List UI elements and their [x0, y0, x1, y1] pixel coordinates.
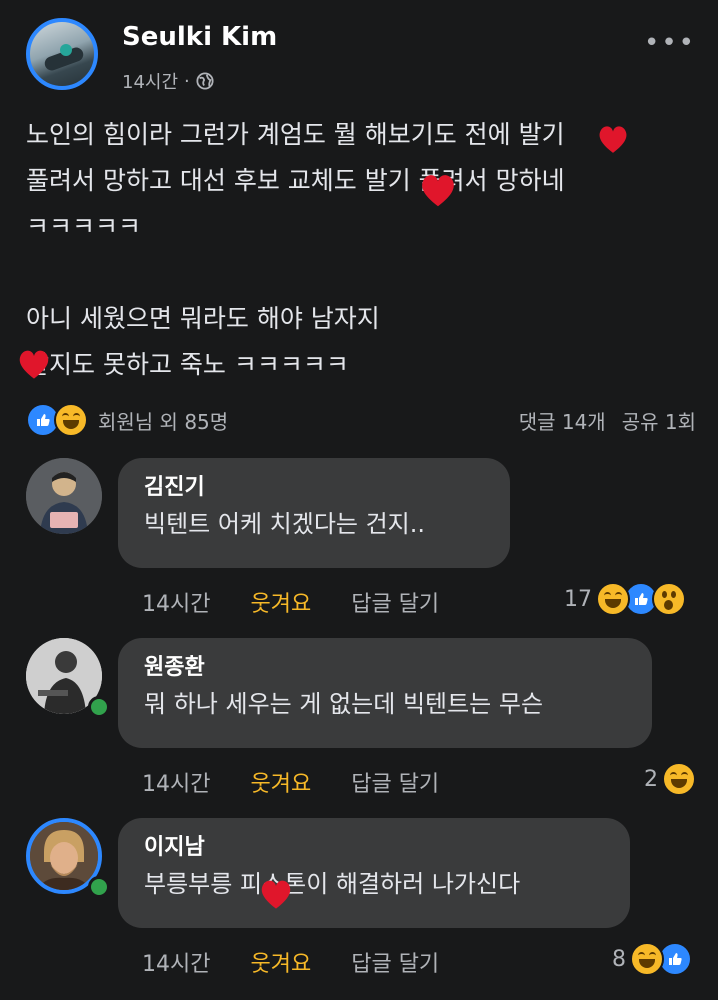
post-line: ㅋㅋㅋㅋㅋ — [26, 212, 142, 241]
haha-icon — [630, 942, 664, 976]
heart-censor-icon — [599, 126, 627, 153]
comment-actions: 14시간 웃겨요 답글 달기 — [142, 586, 439, 618]
reaction-count: 8 — [612, 946, 626, 972]
post-stats: 댓글 14개 공유 1회 — [519, 406, 696, 435]
online-status-dot — [88, 696, 110, 718]
author-avatar[interactable] — [26, 18, 98, 90]
commenter-name[interactable]: 원종환 — [144, 652, 626, 684]
comment-time[interactable]: 14시간 — [142, 766, 210, 798]
comment: 김진기 빅텐트 어케 치겠다는 건지.. 14시간 웃겨요 답글 달기 17 — [26, 458, 706, 618]
meta-separator: · — [184, 70, 190, 92]
post-meta: 14시간 · — [122, 68, 214, 94]
shares-count[interactable]: 공유 1회 — [622, 406, 696, 435]
post-line: 풀려서 망하고 대선 후보 교체도 발기 풀려서 망하네 — [26, 166, 565, 195]
reaction-count: 17 — [564, 586, 592, 612]
reply-button[interactable]: 답글 달기 — [351, 946, 439, 978]
comment-text: 부릉부릉 피스톤이 해결하러 나가신다 — [144, 870, 521, 898]
heart-censor-icon — [422, 175, 454, 207]
reaction-count: 2 — [644, 766, 658, 792]
reply-button[interactable]: 답글 달기 — [351, 766, 439, 798]
reactions-bar: 회원님 외 85명 댓글 14개 공유 1회 — [26, 400, 696, 440]
comment-bubble: 이지남 부릉부릉 피스톤이 해결하러 나가신다 — [118, 818, 630, 928]
reaction-icons[interactable] — [26, 403, 88, 437]
haha-icon — [54, 403, 88, 437]
comment-bubble: 원종환 뭐 하나 세우는 게 없는데 빅텐트는 무슨 — [118, 638, 652, 748]
post-time[interactable]: 14시간 — [122, 68, 178, 94]
comment-text: 빅텐트 어케 치겠다는 건지.. — [144, 510, 426, 538]
more-options-icon[interactable]: ••• — [644, 28, 696, 58]
commenter-name[interactable]: 이지남 — [144, 832, 604, 864]
globe-icon — [196, 72, 214, 90]
post-header: Seulki Kim 14시간 · ••• — [26, 18, 696, 98]
author-name[interactable]: Seulki Kim — [122, 22, 277, 52]
person-portrait-icon — [30, 822, 98, 890]
commenter-avatar[interactable] — [26, 458, 102, 534]
comment-text: 뭐 하나 세우는 게 없는데 빅텐트는 무슨 — [144, 690, 544, 718]
laugh-reaction-button[interactable]: 웃겨요 — [250, 586, 311, 618]
avatar-image-shape — [60, 44, 72, 56]
comment: 원종환 뭐 하나 세우는 게 없는데 빅텐트는 무슨 14시간 웃겨요 답글 달… — [26, 638, 706, 798]
person-silhouette-icon — [26, 458, 102, 534]
comment-time[interactable]: 14시간 — [142, 586, 210, 618]
comment-reactions[interactable]: 2 — [644, 762, 696, 796]
reaction-summary[interactable]: 회원님 외 85명 — [98, 406, 228, 435]
comment-actions: 14시간 웃겨요 답글 달기 — [142, 766, 439, 798]
comment-actions: 14시간 웃겨요 답글 달기 — [142, 946, 439, 978]
post-line: 아니 세웠으면 뭐라도 해야 남자지 — [26, 304, 380, 333]
comment-bubble: 김진기 빅텐트 어케 치겠다는 건지.. — [118, 458, 510, 568]
commenter-name[interactable]: 김진기 — [144, 472, 484, 504]
comment: 이지남 부릉부릉 피스톤이 해결하러 나가신다 14시간 웃겨요 답글 달기 8 — [26, 818, 706, 988]
haha-icon — [662, 762, 696, 796]
comments-count[interactable]: 댓글 14개 — [519, 406, 606, 435]
comment-time[interactable]: 14시간 — [142, 946, 210, 978]
laugh-reaction-button[interactable]: 웃겨요 — [250, 766, 311, 798]
online-status-dot — [88, 876, 110, 898]
heart-censor-icon — [261, 880, 291, 909]
laugh-reaction-button[interactable]: 웃겨요 — [250, 946, 311, 978]
comment-reactions[interactable]: 8 — [612, 942, 692, 976]
heart-censor-icon — [19, 350, 49, 379]
post-line: 발지도 못하고 죽노 ㅋㅋㅋㅋㅋ — [26, 350, 349, 379]
haha-icon — [596, 582, 630, 616]
wow-icon — [652, 582, 686, 616]
comment-reactions[interactable]: 17 — [564, 582, 686, 616]
reply-button[interactable]: 답글 달기 — [351, 586, 439, 618]
